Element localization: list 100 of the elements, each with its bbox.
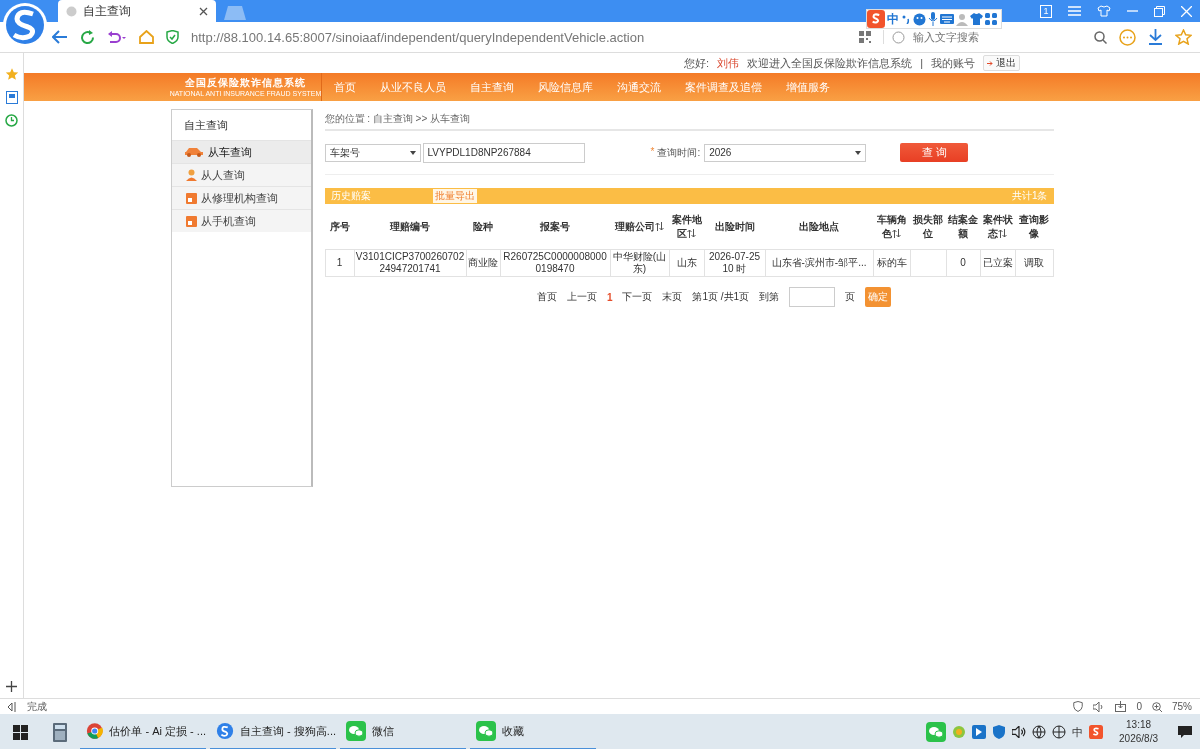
shop-icon (185, 215, 197, 227)
car-icon (183, 147, 204, 157)
ime-logo-icon[interactable] (1089, 725, 1104, 739)
prev-page-link[interactable]: 上一页 (566, 290, 597, 304)
speaker-icon[interactable] (1012, 726, 1027, 738)
input-method[interactable]: 中 (1072, 724, 1084, 740)
dropdown-icon (409, 150, 416, 155)
shield-icon (166, 30, 179, 44)
current-page: 1 (606, 291, 613, 303)
sidebar-item[interactable]: 从车查询 (171, 140, 311, 163)
table-cell: 标的车 (873, 249, 910, 277)
field-type-select[interactable]: 车架号 (324, 143, 421, 162)
column-header: 查询影像 (1015, 204, 1053, 250)
start-icon[interactable] (12, 724, 28, 740)
shirt-icon[interactable] (1097, 5, 1111, 17)
menu-icon[interactable] (1068, 6, 1081, 16)
smiley-icon[interactable] (913, 12, 926, 26)
page-field[interactable] (789, 287, 836, 307)
zoom-level[interactable]: 75% (1172, 701, 1192, 712)
table-cell: 0 (946, 249, 980, 277)
zoom-icon[interactable] (1152, 701, 1162, 712)
column-header: 出险地点 (765, 204, 873, 250)
column-header: 理赔编号 (354, 204, 466, 250)
sidebar-item[interactable]: 从修理机构查询 (171, 186, 311, 209)
notification-icon[interactable] (1178, 725, 1192, 739)
query-button[interactable]: 查 询 (900, 143, 969, 162)
year-select[interactable]: 2026 (704, 143, 867, 162)
browser-tab[interactable]: 自主查询 (58, 0, 216, 22)
sort-icon[interactable] (687, 229, 696, 239)
taskbar-item[interactable]: 自主查询 - 搜狗高... (210, 714, 336, 749)
vin-field[interactable]: LVYPDL1D8NP267884 (422, 142, 585, 163)
clock-icon[interactable] (5, 114, 18, 127)
status-text: 完成 (27, 699, 47, 714)
required-mark: * (650, 145, 655, 159)
shield-icon[interactable] (992, 725, 1007, 739)
shop-icon (185, 192, 197, 204)
page-info: 第1页 /共1页 (692, 290, 750, 304)
network-icon[interactable] (1032, 725, 1047, 739)
shield-icon[interactable] (1073, 701, 1084, 712)
sidebar-item[interactable]: 从手机查询 (171, 209, 311, 232)
total-count: 共计1条 (1011, 189, 1048, 203)
chat-bubbles-icon (346, 721, 366, 741)
column-header[interactable]: 理赔公司 (610, 204, 669, 250)
sort-icon[interactable] (655, 222, 664, 232)
address-bar[interactable]: http://88.100.14.65:8007/sinoiaaf/independent/queryIndependentVehicle.action (191, 29, 847, 45)
table-cell: 中华财险(山东) (610, 249, 669, 277)
back-icon[interactable] (52, 30, 68, 44)
speaker-icon[interactable] (1093, 701, 1106, 712)
undo-icon[interactable] (107, 30, 127, 44)
column-header: 险种 (466, 204, 500, 250)
ad-block-count[interactable]: 0 (1136, 701, 1142, 712)
microphone-icon[interactable] (928, 12, 938, 26)
column-header[interactable]: 案件地区 (669, 204, 704, 250)
last-page-link[interactable]: 末页 (662, 290, 683, 304)
sort-icon[interactable] (998, 229, 1007, 239)
punctuation-icon[interactable] (901, 14, 911, 24)
sort-icon[interactable] (892, 229, 901, 239)
star-icon[interactable] (4, 67, 19, 81)
column-header: 报案号 (500, 204, 610, 250)
chat-bubbles-icon (476, 721, 496, 741)
shirt-icon[interactable] (970, 13, 983, 25)
qr-code-icon[interactable] (859, 31, 871, 43)
taskbar-item[interactable]: 估价单 - Ai 定损 - ... (80, 714, 206, 749)
add-icon[interactable] (6, 681, 17, 692)
greeting-label: 您好: (684, 55, 710, 71)
close-icon[interactable] (199, 6, 208, 16)
chat-bubbles-icon (926, 722, 947, 742)
separator-text: | (920, 57, 923, 69)
calculator-icon[interactable] (53, 722, 67, 742)
ime-logo-icon[interactable] (867, 10, 885, 28)
taskbar-item[interactable]: 微信 (340, 714, 466, 749)
keyboard-icon[interactable] (940, 14, 954, 24)
table-cell: 商业险 (466, 249, 500, 277)
star-icon[interactable] (1175, 29, 1192, 45)
first-page-link[interactable]: 首页 (536, 290, 557, 304)
table-cell (910, 249, 946, 277)
link[interactable]: 调取 (1015, 249, 1053, 277)
clock[interactable]: 13:18 2026/8/3 (1119, 718, 1158, 746)
taskbar-item[interactable]: 收藏 (470, 714, 596, 749)
restore-icon[interactable] (1154, 5, 1165, 17)
sidebar-toggle-icon[interactable] (6, 701, 17, 712)
results-title: 历史赔案 (330, 189, 371, 203)
column-header[interactable]: 车辆角色 (873, 204, 910, 250)
ime-mode[interactable]: 中 (887, 10, 899, 28)
download-box-icon[interactable] (1115, 701, 1127, 712)
refresh-icon[interactable] (80, 29, 95, 45)
sidebar-title: 自主查询 (183, 117, 228, 133)
search-icon[interactable] (1094, 30, 1107, 44)
next-page-link[interactable]: 下一页 (622, 290, 653, 304)
table-cell: 山东省-滨州市-邹平... (765, 249, 873, 277)
logout-button[interactable]: 退出 (983, 55, 1020, 71)
grid-icon[interactable] (985, 13, 997, 25)
notebook-icon[interactable] (5, 91, 18, 104)
account-link[interactable]: 我的账号 (931, 55, 975, 71)
welcome-text: 欢迎进入全国反保险欺诈信息系统 (747, 55, 913, 71)
browser-s-icon (216, 721, 235, 741)
column-header[interactable]: 案件状态 (980, 204, 1015, 250)
download-icon[interactable] (1148, 29, 1163, 45)
sidebar-item[interactable]: 从人查询 (171, 163, 311, 186)
table-cell: 已立案 (980, 249, 1015, 277)
